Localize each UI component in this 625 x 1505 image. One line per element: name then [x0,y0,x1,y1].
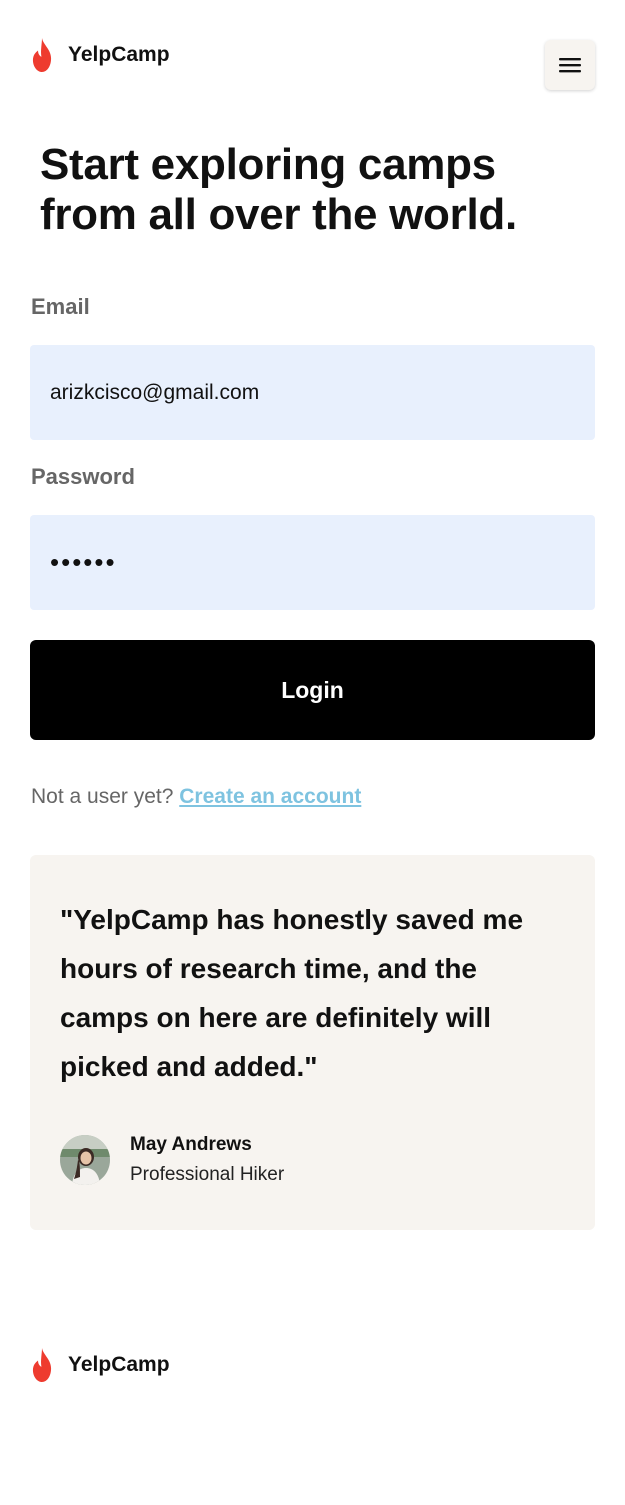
testimonial-quote: "YelpCamp has honestly saved me hours of… [60,904,524,1082]
signup-prompt-text: Not a user yet? [31,785,174,808]
signup-prompt: Not a user yet? Create an account [31,785,361,809]
password-label: Password [31,464,135,489]
author-photo [60,1135,110,1185]
menu-button[interactable] [545,40,595,90]
avatar [60,1135,110,1185]
email-label: Email [31,294,90,319]
brand-name: YelpCamp [68,43,170,66]
site-header: YelpCamp [0,0,625,110]
brand-logo[interactable]: YelpCamp [28,38,170,72]
testimonial-card: "YelpCamp has honestly saved me hours of… [30,855,595,1230]
login-button[interactable]: Login [30,640,595,740]
flame-icon [32,1348,52,1382]
author-name: May Andrews [130,1134,252,1155]
footer-brand-name: YelpCamp [68,1353,170,1376]
create-account-link[interactable]: Create an account [179,785,361,808]
page-title: Start exploring camps from all over the … [40,140,517,239]
email-field[interactable] [30,345,595,440]
hamburger-menu-icon [559,58,581,73]
footer-logo[interactable]: YelpCamp [28,1348,170,1382]
flame-icon [32,38,52,72]
author-role: Professional Hiker [130,1164,285,1185]
password-field[interactable] [30,515,595,610]
